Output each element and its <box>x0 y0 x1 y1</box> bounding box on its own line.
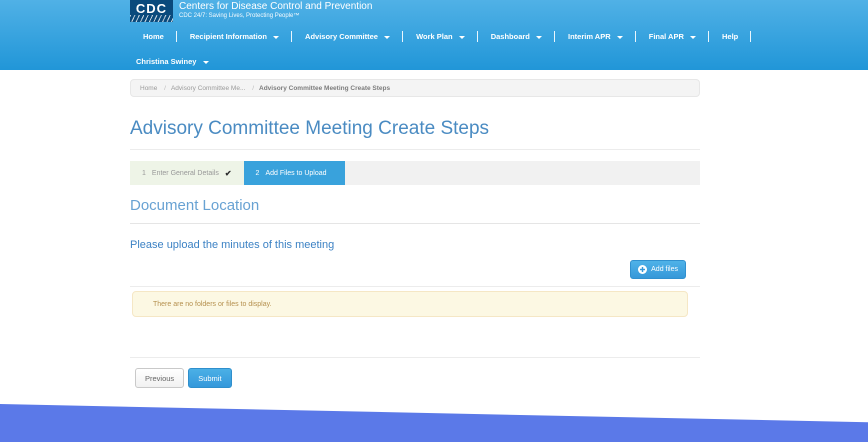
nav-item-label: Recipient Information <box>190 32 267 41</box>
empty-files-message: There are no folders or files to display… <box>153 301 272 308</box>
breadcrumb-separator: / <box>164 85 166 92</box>
chevron-down-icon <box>459 36 465 39</box>
section-heading: Document Location <box>130 197 700 224</box>
brand-title: Centers for Disease Control and Preventi… <box>179 0 372 12</box>
brand: CDC Centers for Disease Control and Prev… <box>130 0 730 23</box>
nav-item[interactable]: Interim APR <box>555 28 636 45</box>
site-header: CDC Centers for Disease Control and Prev… <box>0 0 868 70</box>
chevron-down-icon <box>384 36 390 39</box>
main-nav: Home Recipient Information Advisory Comm… <box>130 28 730 45</box>
main-content: Home / Advisory Committee Me... / Adviso… <box>130 79 700 388</box>
divider <box>130 149 700 150</box>
page-title: Advisory Committee Meeting Create Steps <box>130 118 700 140</box>
chevron-down-icon <box>690 36 696 39</box>
step-number: 1 <box>142 170 146 177</box>
nav-item[interactable]: Advisory Committee <box>292 28 403 45</box>
wizard-steps: 1 Enter General Details ✔ 2 Add Files to… <box>130 161 700 185</box>
nav-item[interactable]: Dashboard <box>478 28 555 45</box>
divider <box>130 286 700 287</box>
breadcrumb: Home / Advisory Committee Me... / Adviso… <box>130 79 700 97</box>
nav-item-label: Help <box>722 32 738 41</box>
nav-item-label: Home <box>143 32 164 41</box>
step-number: 2 <box>256 170 260 177</box>
nav-item-label: Advisory Committee <box>305 32 378 41</box>
chevron-down-icon <box>203 61 209 64</box>
user-menu[interactable]: Christina Swiney <box>130 57 215 66</box>
nav-item-label: Work Plan <box>416 32 453 41</box>
divider <box>130 357 700 358</box>
nav-item-label: Final APR <box>649 32 684 41</box>
nav-item-label: Dashboard <box>491 32 530 41</box>
step-label: Add Files to Upload <box>265 170 326 177</box>
breadcrumb-separator: / <box>252 85 254 92</box>
add-files-label: Add files <box>651 266 678 273</box>
chevron-down-icon <box>617 36 623 39</box>
nav-item[interactable]: Home <box>130 28 177 45</box>
upload-instruction: Please upload the minutes of this meetin… <box>130 239 700 251</box>
check-icon: ✔ <box>225 169 232 178</box>
chevron-down-icon <box>273 36 279 39</box>
add-files-button[interactable]: Add files <box>630 260 686 279</box>
user-menu-label: Christina Swiney <box>136 57 196 66</box>
breadcrumb-item[interactable]: Home <box>140 85 157 92</box>
step-label: Enter General Details <box>152 170 219 177</box>
cdc-logo[interactable]: CDC <box>130 0 173 22</box>
plus-circle-icon <box>638 265 647 274</box>
wizard-step[interactable]: 1 Enter General Details ✔ <box>130 161 244 185</box>
submit-button[interactable]: Submit <box>188 368 231 388</box>
empty-files-alert: There are no folders or files to display… <box>132 291 688 317</box>
breadcrumb-item[interactable]: Advisory Committee Me... <box>171 85 245 92</box>
nav-item[interactable]: Recipient Information <box>177 28 292 45</box>
previous-button[interactable]: Previous <box>135 368 184 388</box>
nav-item-label: Interim APR <box>568 32 611 41</box>
footer-decorative-band <box>0 390 868 442</box>
nav-item[interactable]: Help <box>709 28 751 45</box>
nav-item[interactable]: Work Plan <box>403 28 478 45</box>
chevron-down-icon <box>536 36 542 39</box>
breadcrumb-item[interactable]: Advisory Committee Meeting Create Steps <box>259 85 390 92</box>
brand-tagline: CDC 24/7: Saving Lives, Protecting Peopl… <box>179 12 372 20</box>
wizard-step[interactable]: 2 Add Files to Upload <box>244 161 345 185</box>
nav-item[interactable]: Final APR <box>636 28 709 45</box>
